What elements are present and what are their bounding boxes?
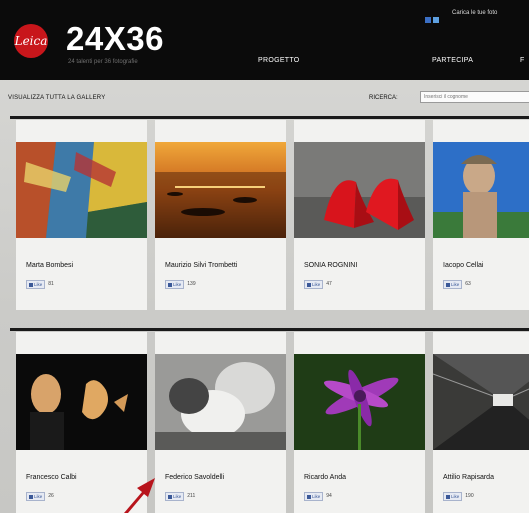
colorful-wall-photo: [16, 142, 147, 238]
nav-cut-item[interactable]: F: [520, 57, 525, 64]
like-widget: Like 26: [26, 492, 54, 501]
photo-thumbnail[interactable]: [16, 354, 147, 450]
twitter-icon[interactable]: [433, 17, 439, 23]
photo-thumbnail[interactable]: [433, 142, 529, 238]
facebook-like-button[interactable]: Like: [165, 492, 185, 501]
sunset-boats-photo: [155, 142, 286, 238]
facebook-like-button[interactable]: Like: [304, 280, 324, 289]
row-divider-1: [10, 116, 529, 119]
facebook-like-button[interactable]: Like: [304, 492, 324, 501]
gallery-card[interactable]: Federico Savoldelli Like 211: [155, 332, 286, 513]
site-title[interactable]: 24X36: [66, 20, 164, 58]
gallery-card[interactable]: SONIA ROGNINI Like 47: [294, 120, 425, 310]
site-header: Leica 24X36 24 talenti per 36 fotografie…: [0, 0, 529, 80]
like-widget: Like 139: [165, 280, 196, 289]
like-count: 139: [187, 281, 196, 287]
social-icons[interactable]: [425, 10, 441, 23]
photographer-name[interactable]: Francesco Calbi: [26, 474, 77, 481]
leica-logo[interactable]: Leica: [14, 24, 48, 58]
gallery-card[interactable]: Ricardo Anda Like 94: [294, 332, 425, 513]
like-widget: Like 190: [443, 492, 474, 501]
like-count: 47: [326, 281, 332, 287]
gallery-card[interactable]: Marta Bombesi Like 81: [16, 120, 147, 310]
facebook-like-button[interactable]: Like: [443, 492, 463, 501]
photo-thumbnail[interactable]: [294, 142, 425, 238]
upload-photos-link[interactable]: Carica le tue foto: [452, 10, 497, 16]
facebook-like-button[interactable]: Like: [443, 280, 463, 289]
like-count: 63: [465, 281, 471, 287]
gallery-card[interactable]: Maurizio Silvi Trombetti Like 139: [155, 120, 286, 310]
gallery-toolbar: VISUALIZZA TUTTA LA GALLERY RICERCA:: [0, 86, 529, 112]
photo-thumbnail[interactable]: [155, 142, 286, 238]
facebook-like-button[interactable]: Like: [26, 280, 46, 289]
facebook-like-button[interactable]: Like: [165, 280, 185, 289]
view-all-gallery-link[interactable]: VISUALIZZA TUTTA LA GALLERY: [8, 95, 105, 101]
like-count: 81: [48, 281, 54, 287]
facebook-icon[interactable]: [425, 17, 431, 23]
purple-flower-photo: [294, 354, 425, 450]
page-screenshot: Leica 24X36 24 talenti per 36 fotografie…: [0, 0, 529, 513]
photographer-name[interactable]: Maurizio Silvi Trombetti: [165, 262, 237, 269]
photo-thumbnail[interactable]: [155, 354, 286, 450]
photo-thumbnail[interactable]: [294, 354, 425, 450]
nav-progetto[interactable]: PROGETTO: [258, 57, 300, 64]
like-widget: Like 94: [304, 492, 332, 501]
like-widget: Like 211: [165, 492, 196, 501]
photographer-name[interactable]: Ricardo Anda: [304, 474, 346, 481]
row-divider-2: [10, 328, 529, 331]
photographer-name[interactable]: Marta Bombesi: [26, 262, 73, 269]
statue-sky-photo: [433, 142, 529, 238]
red-shoes-photo: [294, 142, 425, 238]
facebook-like-button[interactable]: Like: [26, 492, 46, 501]
photographer-name[interactable]: Federico Savoldelli: [165, 474, 224, 481]
gallery-card[interactable]: Attilio Rapisarda Like 190: [433, 332, 529, 513]
photo-thumbnail[interactable]: [433, 354, 529, 450]
photo-thumbnail[interactable]: [16, 142, 147, 238]
man-gesturing-photo: [16, 354, 147, 450]
mother-child-photo: [155, 354, 286, 450]
photographer-name[interactable]: Attilio Rapisarda: [443, 474, 494, 481]
photographer-name[interactable]: Iacopo Cellai: [443, 262, 483, 269]
photographer-name[interactable]: SONIA ROGNINI: [304, 262, 357, 269]
search-input[interactable]: [420, 91, 529, 103]
like-widget: Like 47: [304, 280, 332, 289]
like-count: 211: [187, 493, 196, 499]
nav-partecipa[interactable]: PARTECIPA: [432, 57, 473, 64]
tunnel-photo: [433, 354, 529, 450]
like-count: 190: [465, 493, 474, 499]
like-count: 26: [48, 493, 54, 499]
search-label: RICERCA:: [369, 95, 398, 101]
like-count: 94: [326, 493, 332, 499]
site-tagline: 24 talenti per 36 fotografie: [68, 59, 138, 65]
like-widget: Like 63: [443, 280, 471, 289]
gallery-card[interactable]: Iacopo Cellai Like 63: [433, 120, 529, 310]
like-widget: Like 81: [26, 280, 54, 289]
red-arrow-annotation: [124, 478, 155, 513]
